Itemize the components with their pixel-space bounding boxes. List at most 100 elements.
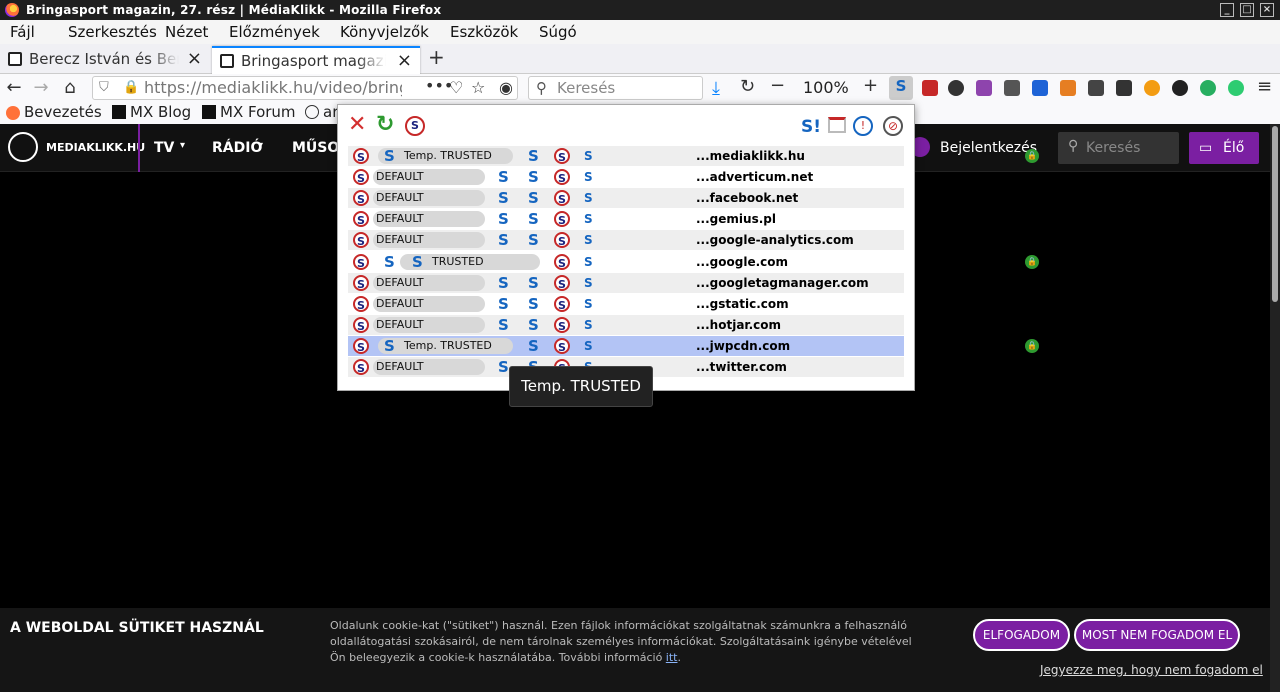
domain-label[interactable]: ...mediaklikk.hu <box>696 146 805 166</box>
default-status-icon[interactable]: S <box>353 169 369 185</box>
download-icon[interactable]: ⤓ <box>712 78 720 99</box>
extension-green-icon[interactable] <box>1200 80 1216 96</box>
custom-s-icon[interactable]: S <box>584 275 593 291</box>
default-status-icon[interactable]: S <box>353 359 369 375</box>
domain-label[interactable]: ...googletagmanager.com <box>696 273 869 293</box>
trusted-s-icon[interactable]: S <box>528 317 539 333</box>
status-pill[interactable]: DEFAULT <box>373 169 485 185</box>
extension-bplus-icon[interactable] <box>1228 80 1244 96</box>
domain-label[interactable]: ...adverticum.net <box>696 167 813 187</box>
menu-tools[interactable]: Eszközök <box>450 20 518 44</box>
extension-cube-icon[interactable] <box>976 80 992 96</box>
custom-s-icon[interactable]: S <box>584 317 593 333</box>
status-pill[interactable]: DEFAULT <box>373 232 485 248</box>
trusted-s-icon[interactable]: S <box>528 190 539 206</box>
extension-bank-icon[interactable] <box>1004 80 1020 96</box>
untrusted-icon[interactable]: S <box>554 232 570 248</box>
menu-history[interactable]: Előzmények <box>229 20 320 44</box>
menu-help[interactable]: Súgó <box>539 20 577 44</box>
default-status-icon[interactable]: S <box>353 317 369 333</box>
untrusted-icon[interactable]: S <box>554 190 570 206</box>
close-popup-icon[interactable]: ✕ <box>348 113 366 137</box>
cookie-more-link[interactable]: itt <box>666 651 678 664</box>
noscript-options-icon[interactable]: S <box>405 116 425 136</box>
close-tab-icon[interactable]: × <box>397 48 412 74</box>
extension-orange-icon[interactable] <box>1144 80 1160 96</box>
trusted-s-icon[interactable]: S <box>498 296 509 312</box>
trusted-s-icon[interactable]: S <box>498 275 509 291</box>
extension-doc-icon[interactable] <box>1032 80 1048 96</box>
untrusted-icon[interactable]: S <box>554 317 570 333</box>
custom-s-icon[interactable]: S <box>584 296 593 312</box>
custom-s-icon[interactable]: S <box>584 232 593 248</box>
forward-icon[interactable]: → <box>31 78 51 98</box>
trusted-s-icon[interactable]: S <box>498 359 509 375</box>
trusted-s-icon[interactable]: S <box>498 190 509 206</box>
trusted-s-icon[interactable]: S <box>498 317 509 333</box>
trusted-s-icon[interactable]: S <box>498 211 509 227</box>
custom-s-icon[interactable]: S <box>584 190 593 206</box>
default-status-icon[interactable]: S <box>353 148 369 164</box>
trusted-s-icon[interactable]: S <box>528 211 539 227</box>
default-status-icon[interactable]: S <box>353 275 369 291</box>
scrollbar-thumb[interactable] <box>1272 126 1278 302</box>
untrusted-icon[interactable]: S <box>554 338 570 354</box>
domain-label[interactable]: ...google.com <box>696 252 788 272</box>
bookmark-bevezetes[interactable]: Bevezetés <box>24 102 102 122</box>
reader-icon[interactable]: ◉ <box>499 77 513 99</box>
bookmark-mx-forum[interactable]: MX Forum <box>220 102 296 122</box>
noscript-button[interactable]: S <box>889 76 913 100</box>
untrusted-icon[interactable]: S <box>554 254 570 270</box>
decline-cookies-button[interactable]: MOST NEM FOGADOM EL <box>1074 619 1240 651</box>
default-status-icon[interactable]: S <box>353 211 369 227</box>
reload-popup-icon[interactable]: ↻ <box>376 113 394 137</box>
untrusted-icon[interactable]: S <box>554 169 570 185</box>
custom-s-icon[interactable]: S <box>584 211 593 227</box>
minimize-button[interactable]: _ <box>1220 3 1234 17</box>
extension-tag-icon[interactable] <box>1060 80 1076 96</box>
close-tab-icon[interactable]: × <box>187 46 202 72</box>
lock-icon[interactable]: 🔒 <box>123 77 139 99</box>
domain-label[interactable]: ...gemius.pl <box>696 209 776 229</box>
default-status-icon[interactable]: S <box>353 296 369 312</box>
zoom-out-icon[interactable]: − <box>770 75 785 96</box>
extension-grid-icon[interactable] <box>1088 80 1104 96</box>
custom-s-icon[interactable]: S <box>584 254 593 270</box>
menu-bookmarks[interactable]: Könyvjelzők <box>340 20 429 44</box>
default-status-icon[interactable]: S <box>353 232 369 248</box>
nav-tv[interactable]: TV <box>154 124 174 172</box>
status-pill[interactable]: DEFAULT <box>373 359 485 375</box>
extension-arrow-icon[interactable] <box>1172 80 1188 96</box>
domain-label[interactable]: ...jwpcdn.com <box>696 336 790 356</box>
trusted-s-icon[interactable]: S <box>528 296 539 312</box>
tab-bringasport[interactable]: Bringasport magazin, 27. rész × <box>212 46 420 74</box>
trusted-s-icon[interactable]: S <box>528 338 539 354</box>
status-pill[interactable]: DEFAULT <box>373 190 485 206</box>
remember-decline-link[interactable]: Jegyezze meg, hogy nem fogadom el <box>1040 663 1263 677</box>
search-bar[interactable]: ⚲ Keresés <box>528 76 703 100</box>
trusted-s-icon[interactable]: S <box>528 169 539 185</box>
restrictions-icon[interactable] <box>828 117 846 133</box>
maximize-button[interactable]: □ <box>1240 3 1254 17</box>
untrusted-icon[interactable]: S <box>554 211 570 227</box>
bookmark-star-icon[interactable]: ☆ <box>471 77 485 99</box>
hamburger-menu-icon[interactable]: ≡ <box>1257 76 1272 97</box>
menu-file[interactable]: Fájl <box>10 20 35 44</box>
reload-icon[interactable]: ↻ <box>740 76 755 97</box>
tab-berecz[interactable]: Berecz István és Berecz Ist × <box>0 46 210 74</box>
menu-edit[interactable]: Szerkesztés <box>68 20 157 44</box>
status-pill[interactable]: DEFAULT <box>373 296 485 312</box>
temp-trust-all-icon[interactable]: ! <box>853 116 873 136</box>
default-status-icon[interactable]: S <box>353 254 369 270</box>
pocket-icon[interactable]: ♡ <box>449 77 463 99</box>
shield-icon[interactable]: ⛉ <box>99 77 109 99</box>
trusted-s-icon[interactable]: S <box>528 275 539 291</box>
global-disable-icon[interactable]: S! <box>801 117 821 137</box>
untrusted-icon[interactable]: S <box>554 296 570 312</box>
mediaklikk-logo-icon[interactable] <box>8 132 38 162</box>
url-text[interactable]: https://mediaklikk.hu/video/bringasport <box>144 77 402 99</box>
accept-cookies-button[interactable]: ELFOGADOM <box>973 619 1070 651</box>
domain-label[interactable]: ...facebook.net <box>696 188 798 208</box>
status-pill[interactable]: DEFAULT <box>373 211 485 227</box>
domain-label[interactable]: ...google-analytics.com <box>696 230 854 250</box>
